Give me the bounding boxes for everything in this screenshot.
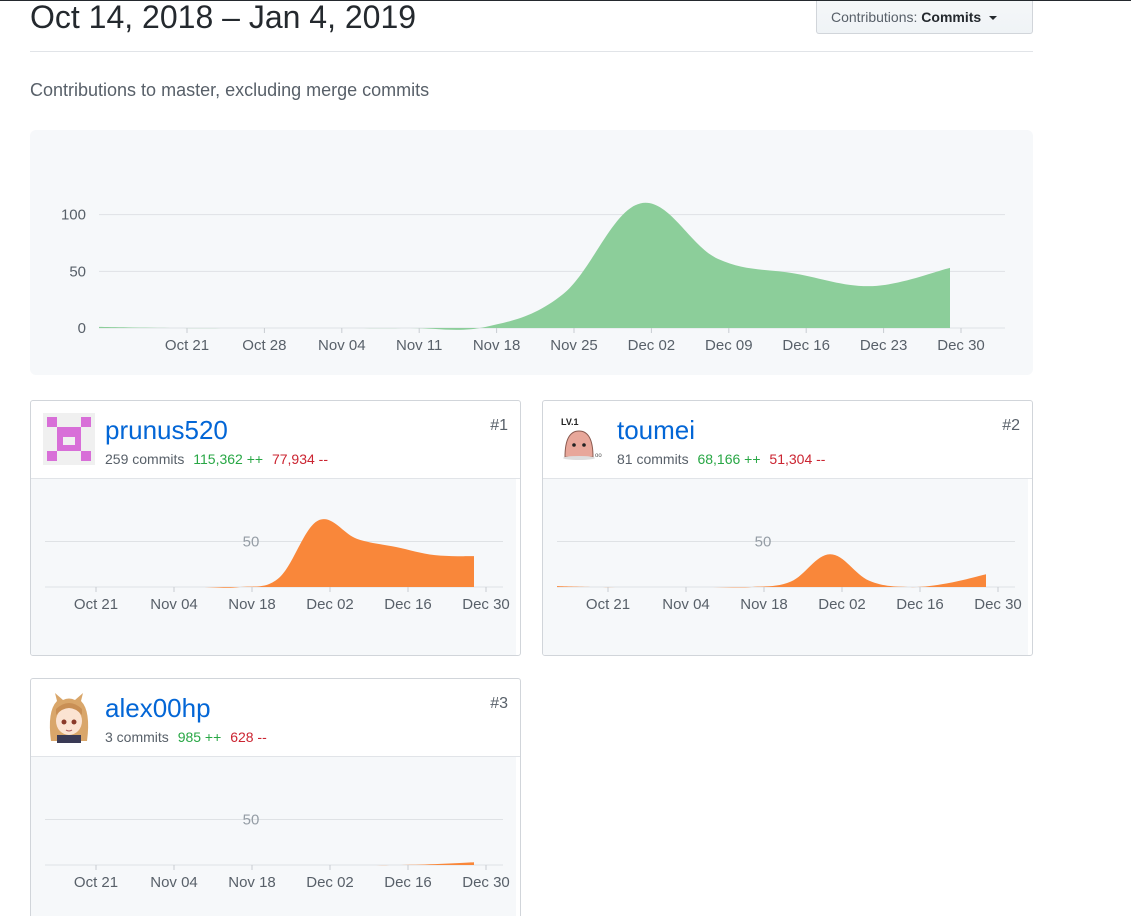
contributor-rank: #1 [490, 417, 508, 434]
y-tick-label: 50 [755, 534, 772, 551]
x-tick-label: Oct 21 [74, 874, 118, 891]
svg-text:LV.1: LV.1 [561, 417, 579, 427]
x-tick-label: Dec 16 [782, 337, 830, 354]
contributor-rank: #3 [490, 695, 508, 712]
contributor-name-link[interactable]: toumei [617, 415, 695, 446]
commit-count: 3 commits [105, 729, 169, 745]
additions-count: 68,166 ++ [697, 451, 761, 467]
x-tick-label: Nov 04 [150, 874, 198, 891]
contributor-card: prunus520 259 commits 115,362 ++ 77,934 … [30, 400, 521, 656]
contributor-chart: 50 Oct 21 Nov 04 Nov 18 Dec 02 Dec 16 Dec 30 [543, 479, 1032, 655]
additions-count: 985 ++ [177, 729, 222, 745]
deletions-count: 77,934 -- [271, 451, 328, 467]
x-tick-label: Oct 21 [165, 337, 209, 354]
y-tick-label: 50 [243, 534, 260, 551]
contributor-card: alex00hp 3 commits 985 ++ 628 -- #3 50 Oc… [30, 678, 521, 916]
contributor-rank: #2 [1002, 417, 1020, 434]
contributions-type-dropdown[interactable]: Contributions: Commits [816, 1, 1033, 34]
x-tick-label: Nov 25 [550, 337, 598, 354]
y-tick-label: 50 [69, 263, 86, 280]
svg-text:oo: oo [595, 453, 602, 459]
y-tick-label: 50 [243, 812, 260, 829]
main-contributions-chart: 100 50 0 Oct 21 Oct 28 Nov 04 Nov 11 Nov 18 Nov … [30, 130, 1033, 375]
x-tick-label: Dec 02 [818, 596, 866, 613]
avatar[interactable] [43, 691, 95, 743]
chart-subtitle: Contributions to master, excluding merge… [30, 80, 430, 100]
contributor-card-header: alex00hp 3 commits 985 ++ 628 -- #3 [31, 679, 520, 757]
avatar[interactable] [43, 413, 95, 465]
y-tick-label: 0 [78, 320, 86, 337]
x-tick-label: Nov 18 [740, 596, 788, 613]
x-tick-label: Dec 30 [937, 337, 985, 354]
contributor-card: LV.1 oo toumei 81 commits 68,166 ++ 51,3… [542, 400, 1033, 656]
main-chart-svg: 100 50 0 Oct 21 Oct 28 Nov 04 Nov 11 Nov 18 Nov … [61, 202, 1005, 354]
x-tick-label: Dec 30 [974, 596, 1022, 613]
contributor-stats: 3 commits 985 ++ 628 -- [105, 729, 267, 745]
y-tick-label: 100 [61, 207, 86, 224]
x-tick-label: Nov 04 [662, 596, 710, 613]
caret-down-icon [989, 16, 998, 21]
x-tick-label: Oct 28 [242, 337, 286, 354]
contributor-chart-svg: 50 Oct 21 Nov 04 Nov 18 Dec 02 Dec 16 Dec 30 [31, 479, 516, 655]
x-tick-label: Dec 02 [306, 874, 354, 891]
contributor-chart-svg: 50 Oct 21 Nov 04 Nov 18 Dec 02 Dec 16 Dec 30 [31, 757, 516, 916]
area-series [99, 202, 950, 330]
x-tick-label: Dec 16 [384, 874, 432, 891]
x-tick-label: Oct 21 [586, 596, 630, 613]
contributions-label: Contributions: [831, 9, 918, 25]
x-tick-label: Dec 16 [384, 596, 432, 613]
contributor-card-header: LV.1 oo toumei 81 commits 68,166 ++ 51,3… [543, 401, 1032, 479]
additions-count: 115,362 ++ [193, 451, 264, 467]
x-tick-label: Dec 23 [860, 337, 908, 354]
x-tick-label: Nov 11 [396, 337, 442, 354]
contributions-value: Commits [921, 9, 982, 25]
chart-background [543, 479, 1028, 655]
contributor-chart: 50 Oct 21 Nov 04 Nov 18 Dec 02 Dec 16 Dec 30 [31, 757, 520, 916]
x-tick-label: Dec 16 [896, 596, 944, 613]
x-tick-label: Nov 04 [318, 337, 366, 354]
chart-background [31, 757, 516, 916]
contributor-name-link[interactable]: prunus520 [105, 415, 228, 446]
x-tick-label: Nov 18 [228, 596, 276, 613]
avatar[interactable]: LV.1 oo [555, 413, 607, 465]
commit-count: 259 commits [105, 451, 185, 467]
x-tick-label: Nov 04 [150, 596, 198, 613]
contributor-card-header: prunus520 259 commits 115,362 ++ 77,934 … [31, 401, 520, 479]
contributor-chart-svg: 50 Oct 21 Nov 04 Nov 18 Dec 02 Dec 16 Dec 30 [543, 479, 1028, 655]
x-tick-label: Dec 30 [462, 874, 510, 891]
deletions-count: 628 -- [230, 729, 267, 745]
x-tick-label: Nov 18 [473, 337, 521, 354]
commit-count: 81 commits [617, 451, 689, 467]
x-tick-label: Dec 02 [306, 596, 354, 613]
x-tick-label: Oct 21 [74, 596, 118, 613]
x-tick-label: Dec 30 [462, 596, 510, 613]
x-tick-label: Dec 09 [705, 337, 753, 354]
page-header: Oct 14, 2018 – Jan 4, 2019 Contributions… [30, 0, 1033, 52]
contributor-stats: 259 commits 115,362 ++ 77,934 -- [105, 451, 328, 467]
date-range-title: Oct 14, 2018 – Jan 4, 2019 [30, 0, 417, 35]
contributor-name-link[interactable]: alex00hp [105, 693, 211, 724]
deletions-count: 51,304 -- [769, 451, 826, 467]
contributor-chart: 50 Oct 21 Nov 04 Nov 18 Dec 02 Dec 16 Dec 30 [31, 479, 520, 655]
x-tick-label: Dec 02 [628, 337, 676, 354]
contributor-stats: 81 commits 68,166 ++ 51,304 -- [617, 451, 825, 467]
x-tick-label: Nov 18 [228, 874, 276, 891]
